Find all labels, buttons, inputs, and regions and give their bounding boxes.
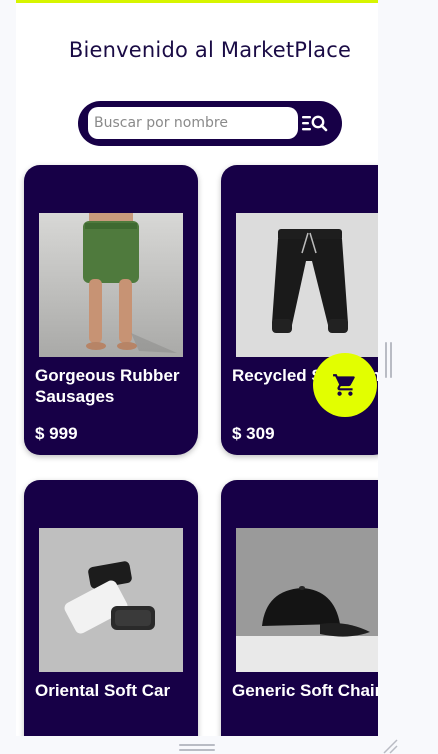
product-name: Generic Soft Chair [232, 681, 378, 700]
filter-search-icon [302, 115, 328, 132]
search-input[interactable] [88, 107, 298, 139]
product-card[interactable]: Generic Soft Chair [221, 480, 378, 736]
product-name: Oriental Soft Car [35, 681, 171, 700]
product-image-black-cap [236, 528, 378, 672]
cart-button[interactable] [313, 353, 377, 417]
product-card[interactable]: Gorgeous Rubber Sausages $ 999 [24, 165, 198, 455]
page-title: Bienvenido al MarketPlace [68, 38, 352, 62]
top-accent-bar [16, 0, 378, 3]
search-button[interactable] [301, 111, 329, 137]
product-image-phone-and-powerbanks [39, 528, 183, 672]
product-price: $ 999 [35, 424, 78, 443]
product-price: $ 309 [232, 424, 275, 443]
product-card[interactable]: Oriental Soft Car [24, 480, 198, 736]
resize-handle-icon[interactable] [380, 736, 398, 754]
vertical-drag-handle[interactable] [385, 342, 393, 378]
product-image-green-shorts [39, 213, 183, 357]
product-name: Gorgeous Rubber Sausages [35, 366, 180, 406]
horizontal-drag-handle[interactable] [179, 742, 215, 752]
search-bar [78, 101, 342, 146]
shopping-cart-icon [333, 374, 355, 396]
product-image-black-joggers [236, 213, 378, 357]
